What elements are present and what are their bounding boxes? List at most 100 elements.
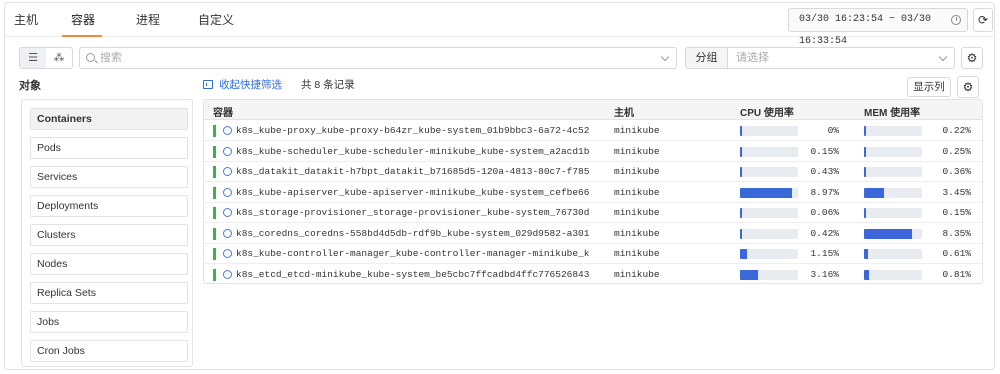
search-input[interactable] (100, 50, 660, 66)
status-indicator (213, 125, 216, 137)
object-item-cron-jobs[interactable]: Cron Jobs (30, 340, 188, 362)
object-item-replica-sets[interactable]: Replica Sets (30, 282, 188, 304)
topology-view-button[interactable]: ⁂ (46, 48, 72, 68)
mem-usage-bar (864, 126, 922, 136)
refresh-button[interactable]: ⟳ (973, 8, 993, 32)
view-toggle: ☰ ⁂ (19, 47, 73, 69)
active-tab-indicator (62, 35, 102, 37)
show-columns-button[interactable]: 显示列 (907, 77, 951, 97)
object-item-nodes[interactable]: Nodes (30, 253, 188, 275)
host-name[interactable]: minikube (614, 207, 660, 218)
host-name[interactable]: minikube (614, 187, 660, 198)
mem-usage-value: 0.36% (942, 166, 971, 177)
objects-panel: Containers Pods Services Deployments Clu… (21, 99, 193, 367)
table-row[interactable]: k8s_kube-scheduler_kube-scheduler-miniku… (204, 142, 982, 162)
search-settings-button[interactable]: ⚙ (961, 47, 983, 69)
mem-usage-value: 3.45% (942, 186, 971, 198)
container-name[interactable]: k8s_etcd_etcd-minikube_kube-system_be5cb… (236, 269, 596, 280)
table-row[interactable]: k8s_datakit_datakit-h7bpt_datakit_b71685… (204, 162, 982, 182)
cpu-usage-bar-fill (740, 208, 742, 218)
column-header-cpu[interactable]: CPU 使用率 (740, 104, 794, 119)
container-name[interactable]: k8s_datakit_datakit-h7bpt_datakit_b71685… (236, 166, 596, 177)
cpu-usage-bar-fill (740, 269, 759, 280)
object-item-services[interactable]: Services (30, 166, 188, 188)
pod-icon (223, 167, 232, 176)
table-row[interactable]: k8s_kube-controller-manager_kube-control… (204, 244, 982, 264)
table-row[interactable]: k8s_kube-proxy_kube-proxy-b64zr_kube-sys… (204, 121, 982, 141)
object-item-pods[interactable]: Pods (30, 137, 188, 159)
tab-custom[interactable]: 自定义 (198, 11, 234, 28)
container-name[interactable]: k8s_coredns_coredns-558bd4d5db-rdf9b_kub… (236, 228, 596, 239)
mem-usage-bar-fill (864, 146, 866, 157)
mem-usage-bar-fill (864, 187, 884, 198)
cpu-usage-bar-fill (740, 249, 747, 259)
list-view-icon: ☰ (28, 52, 38, 64)
table-row[interactable]: k8s_etcd_etcd-minikube_kube-system_be5cb… (204, 265, 982, 285)
host-name[interactable]: minikube (614, 228, 660, 239)
container-name[interactable]: k8s_kube-scheduler_kube-scheduler-miniku… (236, 146, 596, 157)
column-header-host[interactable]: 主机 (614, 104, 634, 119)
tab-host[interactable]: 主机 (14, 11, 38, 28)
container-name[interactable]: k8s_kube-proxy_kube-proxy-b64zr_kube-sys… (236, 125, 596, 136)
pod-icon (223, 126, 232, 135)
container-name[interactable]: k8s_kube-controller-manager_kube-control… (236, 248, 596, 259)
column-header-container[interactable]: 容器 (213, 104, 233, 119)
cpu-usage-bar-fill (740, 146, 742, 157)
pod-icon (223, 228, 232, 238)
mem-usage-value: 0.81% (942, 268, 971, 280)
tab-process[interactable]: 进程 (136, 11, 160, 28)
status-indicator (213, 207, 216, 219)
status-indicator (213, 186, 216, 199)
topology-view-icon: ⁂ (53, 52, 65, 64)
table-settings-button[interactable]: ⚙ (957, 76, 979, 98)
mem-usage-bar-fill (864, 208, 866, 218)
group-select-placeholder: 请选择 (736, 52, 769, 64)
pod-icon (223, 146, 232, 156)
column-header-mem[interactable]: MEM 使用率 (864, 104, 920, 119)
cpu-usage-value: 0.06% (810, 207, 839, 218)
group-label: 分组 (685, 47, 727, 69)
host-name[interactable]: minikube (614, 269, 660, 280)
chevron-down-icon (938, 52, 948, 62)
mem-usage-bar (864, 269, 922, 280)
object-item-deployments[interactable]: Deployments (30, 195, 188, 217)
object-item-clusters[interactable]: Clusters (30, 224, 188, 246)
container-name[interactable]: k8s_kube-apiserver_kube-apiserver-miniku… (236, 187, 596, 198)
mem-usage-bar (864, 187, 922, 198)
table-row[interactable]: k8s_storage-provisioner_storage-provisio… (204, 203, 982, 223)
container-name[interactable]: k8s_storage-provisioner_storage-provisio… (236, 207, 596, 218)
time-range-text: 03/30 16:23:54 ~ 03/30 16:33:54 (799, 14, 932, 47)
cpu-usage-value: 0.43% (810, 166, 839, 177)
status-indicator (213, 268, 216, 281)
tab-container[interactable]: 容器 (71, 11, 95, 28)
list-view-button[interactable]: ☰ (20, 48, 46, 68)
cpu-usage-bar-fill (740, 126, 742, 136)
host-name[interactable]: minikube (614, 146, 660, 157)
status-indicator (213, 166, 216, 178)
chevron-down-icon[interactable] (660, 52, 670, 62)
mem-usage-bar (864, 208, 922, 218)
cpu-usage-value: 3.16% (810, 268, 839, 280)
cpu-usage-value: 0.42% (810, 227, 839, 239)
time-range-picker[interactable]: 03/30 16:23:54 ~ 03/30 16:33:54 (788, 8, 968, 47)
object-item-jobs[interactable]: Jobs (30, 311, 188, 333)
table-row[interactable]: k8s_coredns_coredns-558bd4d5db-rdf9b_kub… (204, 224, 982, 244)
pod-icon (223, 208, 232, 217)
container-table: 容器 主机 CPU 使用率 MEM 使用率 k8s_kube-proxy_kub… (203, 99, 983, 284)
app-frame: 主机 容器 进程 自定义 03/30 16:23:54 ~ 03/30 16:3… (4, 2, 995, 370)
group-select[interactable]: 请选择 (727, 47, 955, 69)
collapse-filter-link[interactable]: 收起快捷筛选 (203, 77, 282, 92)
object-item-containers[interactable]: Containers (30, 108, 188, 130)
cpu-usage-value: 8.97% (810, 186, 839, 198)
mem-usage-value: 0.61% (942, 248, 971, 259)
host-name[interactable]: minikube (614, 248, 660, 259)
mem-usage-bar-fill (864, 269, 869, 280)
objects-title: 对象 (19, 80, 41, 92)
mem-usage-value: 0.15% (942, 207, 971, 218)
host-name[interactable]: minikube (614, 166, 660, 177)
table-row[interactable]: k8s_kube-apiserver_kube-apiserver-miniku… (204, 183, 982, 203)
search-box (79, 47, 677, 69)
top-tab-bar: 主机 容器 进程 自定义 03/30 16:23:54 ~ 03/30 16:3… (5, 3, 994, 47)
mem-usage-bar-fill (864, 167, 867, 177)
host-name[interactable]: minikube (614, 125, 660, 136)
